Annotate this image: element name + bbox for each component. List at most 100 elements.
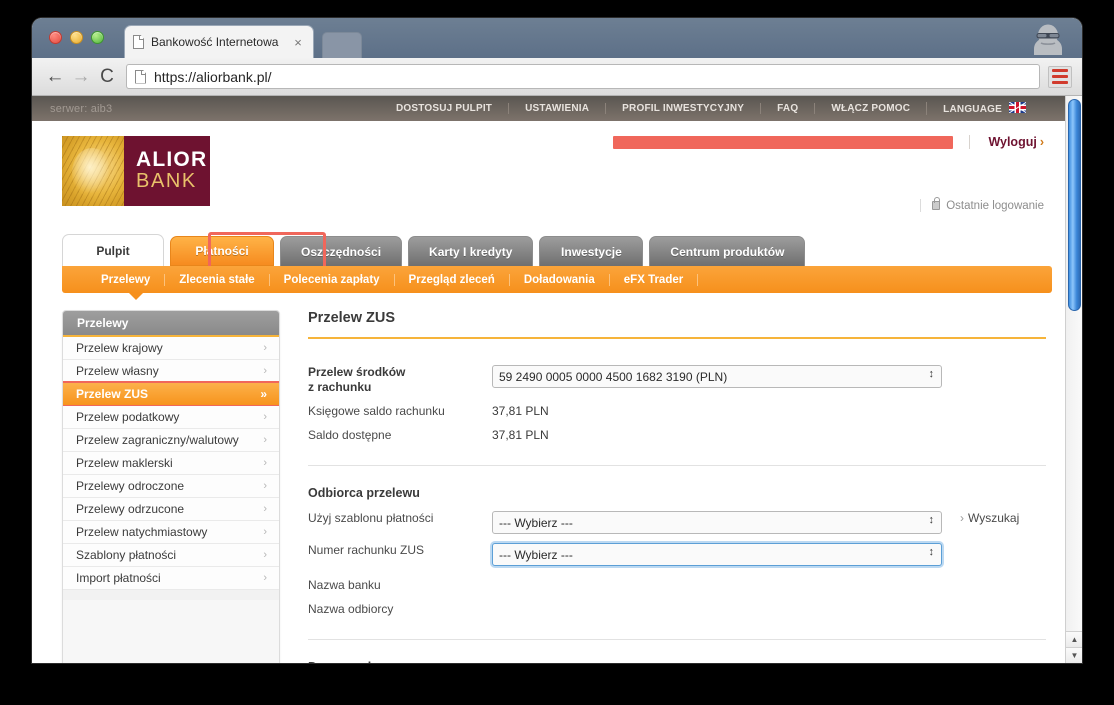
sidebar-item-przelew-zagraniczny-walutowy[interactable]: Przelew zagraniczny/walutowy › bbox=[63, 429, 279, 452]
subnav-zlecenia-stale[interactable]: Zlecenia stałe bbox=[165, 273, 270, 286]
subnav-polecenia-zaplaty[interactable]: Polecenia zapłaty bbox=[270, 273, 395, 286]
main-content: Przelew ZUS Przelew środków z rachunku 5… bbox=[280, 310, 1052, 663]
transfer-section-title: Dane przelewu bbox=[308, 660, 1046, 663]
scroll-up-button[interactable]: ▲ bbox=[1066, 631, 1082, 647]
sidebar-item-przelew-maklerski[interactable]: Przelew maklerski › bbox=[63, 452, 279, 475]
header-right-group: Wyloguj › bbox=[613, 135, 1044, 149]
available-balance-row: Saldo dostępne 37,81 PLN bbox=[308, 428, 1046, 443]
tab-inwestycje[interactable]: Inwestycje bbox=[539, 236, 644, 266]
sidebar-item-przelew-podatkowy[interactable]: Przelew podatkowy › bbox=[63, 406, 279, 429]
sidebar-item-import-platnosci[interactable]: Import płatności › bbox=[63, 567, 279, 590]
util-link-ustawienia[interactable]: USTAWIENIA bbox=[508, 103, 605, 114]
main-tab-bar: Pulpit Płatności Oszczędności Karty I kr… bbox=[32, 232, 1082, 274]
server-label: serwer: aib3 bbox=[50, 102, 113, 115]
window-maximize-button[interactable] bbox=[91, 31, 104, 44]
lock-icon bbox=[932, 197, 941, 210]
source-account-label: Przelew środków z rachunku bbox=[308, 365, 492, 395]
tab-label: Płatności bbox=[195, 244, 249, 258]
window-close-button[interactable] bbox=[49, 31, 62, 44]
search-link[interactable]: › Wyszukaj bbox=[960, 511, 1019, 525]
bank-name-row: Nazwa banku bbox=[308, 578, 1046, 593]
tab-oszczednosci[interactable]: Oszczędności bbox=[280, 236, 403, 266]
chevron-double-right-icon: » bbox=[260, 387, 267, 401]
logout-link[interactable]: Wyloguj › bbox=[969, 135, 1044, 149]
util-link-language[interactable]: LANGUAGE bbox=[926, 102, 1042, 115]
divider bbox=[920, 199, 922, 212]
window-minimize-button[interactable] bbox=[70, 31, 83, 44]
sidebar-item-label: Przelew krajowy bbox=[76, 341, 163, 355]
sidebar-item-label: Przelewy odroczone bbox=[76, 479, 185, 493]
scrollbar-arrows: ▲ ▼ bbox=[1066, 631, 1082, 663]
page-icon bbox=[133, 35, 144, 49]
chevron-right-icon: › bbox=[263, 457, 267, 469]
utility-bar: serwer: aib3 DOSTOSUJ PULPIT USTAWIENIA … bbox=[32, 96, 1082, 121]
source-account-row: Przelew środków z rachunku 59 2490 0005 … bbox=[308, 365, 1046, 395]
sidebar-item-szablony-platnosci[interactable]: Szablony płatności › bbox=[63, 544, 279, 567]
forward-button[interactable]: → bbox=[68, 67, 94, 86]
util-link-dostosuj-pulpit[interactable]: DOSTOSUJ PULPIT bbox=[380, 103, 508, 114]
tab-karty-i-kredyty[interactable]: Karty I kredyty bbox=[408, 236, 534, 266]
sidebar-item-label: Przelew własny bbox=[76, 364, 159, 378]
sidebar-item-przelewy-odrzucone[interactable]: Przelewy odrzucone › bbox=[63, 498, 279, 521]
subnav-przelewy[interactable]: Przelewy bbox=[87, 273, 166, 286]
browser-toolbar: ← → C https://aliorbank.pl/ bbox=[32, 58, 1082, 96]
last-login-link[interactable]: Ostatnie logowanie bbox=[920, 197, 1044, 212]
scroll-down-button[interactable]: ▼ bbox=[1066, 647, 1082, 663]
bank-header: ALIOR BANK Wyloguj › Ostatnie logowanie bbox=[32, 121, 1082, 236]
sidebar-item-przelewy-odroczone[interactable]: Przelewy odroczone › bbox=[63, 475, 279, 498]
util-link-wlacz-pomoc[interactable]: WŁĄCZ POMOC bbox=[814, 103, 926, 114]
page-scrollbar[interactable]: ▲ ▼ bbox=[1065, 96, 1082, 663]
source-account-select[interactable]: 59 2490 0005 0000 4500 1682 3190 (PLN) bbox=[492, 365, 942, 388]
sidebar-item-label: Przelew podatkowy bbox=[76, 410, 180, 424]
chevron-right-icon: › bbox=[1039, 135, 1044, 149]
subnav-doladowania[interactable]: Doładowania bbox=[510, 273, 610, 286]
logo-text-alior: ALIOR bbox=[136, 148, 208, 171]
tab-label: Karty I kredyty bbox=[429, 244, 513, 259]
util-link-profil-inwestycyjny[interactable]: PROFIL INWESTYCYJNY bbox=[605, 103, 760, 114]
logo-text-bank: BANK bbox=[136, 170, 197, 192]
tab-pulpit[interactable]: Pulpit bbox=[62, 234, 164, 266]
sidebar-item-przelew-natychmiastowy[interactable]: Przelew natychmiastowy › bbox=[63, 521, 279, 544]
subnav-efx-trader[interactable]: eFX Trader bbox=[610, 273, 699, 286]
chevron-right-icon: › bbox=[263, 480, 267, 492]
sidebar-item-label: Szablony płatności bbox=[76, 548, 177, 562]
sub-navigation-bar: Przelewy Zlecenia stałe Polecenia zapłat… bbox=[62, 266, 1052, 300]
subnav-przeglad-zlecen[interactable]: Przegląd zleceń bbox=[395, 273, 510, 286]
sidebar-item-przelew-krajowy[interactable]: Przelew krajowy › bbox=[63, 337, 279, 360]
tab-label: Centrum produktów bbox=[670, 244, 785, 259]
alior-bank-logo[interactable]: ALIOR BANK bbox=[62, 136, 210, 206]
tab-platnosci[interactable]: Płatności bbox=[170, 236, 274, 266]
tab-centrum-produktow[interactable]: Centrum produktów bbox=[649, 236, 806, 266]
close-icon[interactable]: × bbox=[291, 36, 305, 49]
address-bar[interactable]: https://aliorbank.pl/ bbox=[126, 64, 1040, 89]
template-label: Użyj szablonu płatności bbox=[308, 511, 434, 525]
source-account-select-wrapper: 59 2490 0005 0000 4500 1682 3190 (PLN) bbox=[492, 365, 942, 388]
sidebar-item-przelew-zus[interactable]: Przelew ZUS » bbox=[63, 381, 279, 407]
browser-tabstrip: Bankowość Internetowa × bbox=[32, 18, 1082, 58]
available-balance-label: Saldo dostępne bbox=[308, 428, 392, 442]
reload-button[interactable]: C bbox=[94, 67, 120, 86]
new-tab-button[interactable] bbox=[322, 32, 362, 58]
hamburger-menu-icon[interactable] bbox=[1048, 65, 1072, 88]
title-rule bbox=[308, 337, 1046, 339]
payment-template-select[interactable]: --- Wybierz --- bbox=[492, 511, 942, 534]
template-row: Użyj szablonu płatności --- Wybierz --- … bbox=[308, 511, 1046, 534]
scrollbar-thumb[interactable] bbox=[1068, 99, 1081, 311]
sidebar-item-label: Import płatności bbox=[76, 571, 161, 585]
page-icon bbox=[135, 69, 146, 84]
booked-balance-value: 37,81 PLN bbox=[492, 404, 549, 418]
browser-tab[interactable]: Bankowość Internetowa × bbox=[124, 25, 314, 58]
sidebar-item-przelew-wlasny[interactable]: Przelew własny › bbox=[63, 360, 279, 383]
tab-label: Oszczędności bbox=[301, 244, 382, 259]
sidebar-title: Przelewy bbox=[63, 311, 279, 337]
util-link-faq[interactable]: FAQ bbox=[760, 103, 814, 114]
page-viewport: serwer: aib3 DOSTOSUJ PULPIT USTAWIENIA … bbox=[32, 96, 1082, 663]
zus-account-select[interactable]: --- Wybierz --- bbox=[492, 543, 942, 566]
logo-face-graphic bbox=[62, 136, 124, 206]
back-button[interactable]: ← bbox=[42, 67, 68, 86]
recipient-name-label: Nazwa odbiorcy bbox=[308, 602, 394, 616]
last-login-label: Ostatnie logowanie bbox=[946, 199, 1044, 212]
tab-label: Inwestycje bbox=[561, 244, 622, 259]
sidebar-item-label: Przelew ZUS bbox=[76, 387, 149, 401]
uk-flag-icon bbox=[1009, 102, 1026, 113]
